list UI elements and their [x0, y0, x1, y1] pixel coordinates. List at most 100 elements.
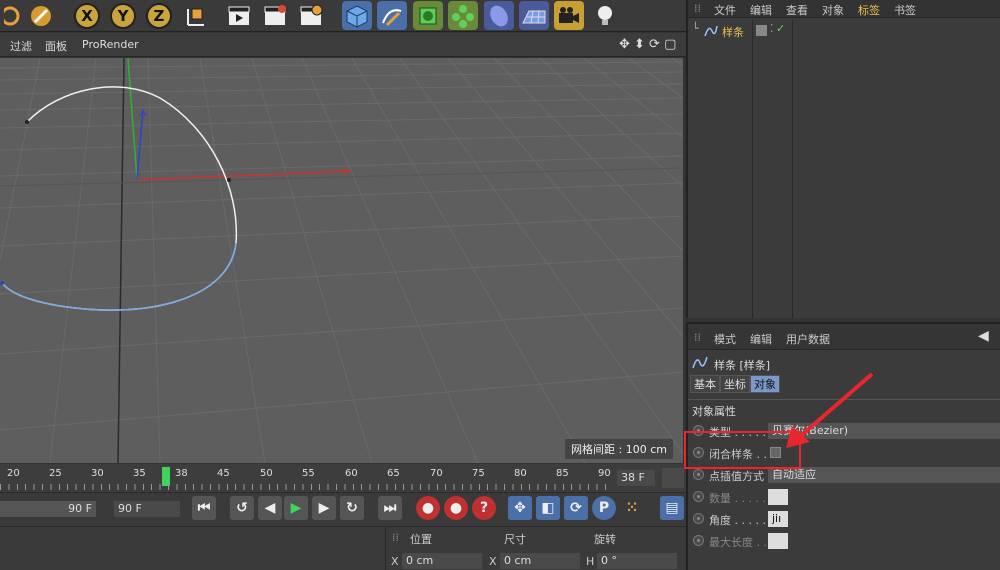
property-label: 数量 . . . . . — [709, 492, 766, 505]
animate-radio[interactable] — [693, 491, 704, 502]
keyframe-selection-icon[interactable]: ? — [472, 496, 496, 520]
x-axis-lock-button[interactable]: X — [72, 1, 102, 30]
autokey-icon[interactable]: ● — [444, 496, 468, 520]
menu-edit[interactable]: 编辑 — [750, 331, 772, 347]
menu-tags[interactable]: 标签 — [858, 2, 880, 18]
goto-start-button[interactable]: ⏮ — [192, 496, 216, 520]
x-position-field[interactable]: 0 cm — [402, 553, 482, 569]
animate-radio[interactable] — [693, 513, 704, 524]
z-axis-blue — [136, 109, 144, 181]
camera-icon[interactable] — [554, 1, 584, 30]
light-icon[interactable] — [590, 1, 620, 30]
y-axis-label: Y — [110, 2, 136, 29]
parameter-key-icon[interactable]: P — [592, 496, 616, 520]
timeline-tick: 30 — [91, 468, 104, 479]
next-key-button[interactable]: ↻ — [340, 496, 364, 520]
grip-icon: ⁞⁞ — [694, 2, 701, 15]
timeline-tick: 80 — [514, 468, 527, 479]
viewport-menu-filter[interactable]: 过滤 — [10, 38, 32, 54]
spline-mid-point[interactable] — [227, 178, 231, 182]
menu-edit[interactable]: 编辑 — [750, 2, 772, 18]
spline-start-point[interactable] — [25, 120, 29, 124]
timeline-scroll-button[interactable] — [662, 468, 684, 488]
pen-spline-icon[interactable] — [377, 1, 407, 30]
x-axis-red — [136, 170, 351, 181]
main-toolbar: X Y Z — [0, 0, 686, 32]
prev-frame-button[interactable]: ◀ — [258, 496, 282, 520]
material-manager-panel — [0, 526, 385, 570]
goto-end-button[interactable]: ⏭ — [378, 496, 402, 520]
current-frame-field[interactable]: 38 F — [617, 470, 655, 486]
menu-bookmarks[interactable]: 书签 — [894, 2, 916, 18]
timeline-tick: 50 — [260, 468, 273, 479]
rotation-key-icon[interactable]: ⟳ — [564, 496, 588, 520]
grip-icon: ⁞⁞ — [694, 331, 701, 344]
annotation-arrow — [786, 372, 874, 448]
viewport-nav-icons[interactable]: ✥ ⬍ ⟳ ▢ — [619, 37, 676, 52]
end-frame-field[interactable]: 90 F — [114, 501, 180, 517]
layer-icon[interactable] — [756, 25, 767, 36]
enabled-check-icon[interactable]: ✓ — [776, 22, 785, 35]
record-key-icon[interactable]: ● — [416, 496, 440, 520]
visibility-dots-icon[interactable]: ⁚ — [770, 22, 774, 35]
render-view-icon[interactable] — [224, 1, 254, 30]
h-rotation-field[interactable]: 0 ° — [597, 553, 677, 569]
cube-primitive-icon[interactable] — [342, 1, 372, 30]
3d-viewport[interactable]: 网格间距 : 100 cm — [0, 58, 683, 463]
property-number: 数量 . . . . . — [688, 487, 1000, 507]
world-axis-line — [117, 58, 125, 463]
prev-key-button[interactable]: ↺ — [230, 496, 254, 520]
max-length-field[interactable] — [768, 533, 788, 549]
object-row-spline[interactable]: └ 样条 — [692, 22, 750, 40]
object-title: 样条 [样条] — [714, 359, 771, 372]
object-manager-menu: ⁞⁞ 文件 编辑 查看 对象 标签 书签 — [688, 0, 1000, 18]
point-level-key-icon[interactable]: ⁙ — [620, 496, 644, 520]
subdivision-surface-icon[interactable] — [413, 1, 443, 30]
interpolation-dropdown[interactable]: 自动适应 — [768, 467, 1000, 483]
render-settings-icon[interactable] — [296, 1, 326, 30]
tree-line-icon: └ — [692, 22, 699, 35]
next-frame-button[interactable]: ▶ — [312, 496, 336, 520]
tab-basic[interactable]: 基本 — [690, 375, 720, 393]
scale-key-icon[interactable]: ◧ — [536, 496, 560, 520]
column-divider — [752, 20, 753, 318]
tab-object[interactable]: 对象 — [750, 375, 780, 393]
back-arrow-icon[interactable]: ◀ — [978, 328, 989, 344]
deformer-icon[interactable] — [484, 1, 514, 30]
coordinate-system-icon[interactable] — [180, 1, 210, 30]
menu-mode[interactable]: 模式 — [714, 331, 736, 347]
number-field[interactable] — [768, 489, 788, 505]
animate-radio[interactable] — [693, 535, 704, 546]
menu-view[interactable]: 查看 — [786, 2, 808, 18]
x-size-field[interactable]: 0 cm — [500, 553, 580, 569]
live-select-icon[interactable] — [26, 1, 56, 30]
property-label: 点插值方式 — [709, 470, 764, 483]
angle-field[interactable]: jiı — [768, 511, 788, 527]
z-axis-lock-button[interactable]: Z — [144, 1, 174, 30]
y-axis-lock-button[interactable]: Y — [108, 1, 138, 30]
tab-coordinates[interactable]: 坐标 — [720, 375, 750, 393]
timeline-ruler[interactable]: 20 25 30 35 38 45 50 55 60 65 70 75 80 8… — [0, 464, 686, 492]
menu-file[interactable]: 文件 — [714, 2, 736, 18]
spline-end-point[interactable] — [0, 281, 4, 285]
menu-user-data[interactable]: 用户数据 — [786, 331, 830, 347]
bezier-spline-curve[interactable] — [1, 86, 238, 311]
menu-object[interactable]: 对象 — [822, 2, 844, 18]
viewport-menu-bar: 过滤 面板 ProRender ✥ ⬍ ⟳ ▢ — [0, 33, 686, 57]
render-picture-viewer-icon[interactable] — [260, 1, 290, 30]
viewport-menu-prorender[interactable]: ProRender — [82, 38, 139, 51]
animate-radio[interactable] — [693, 469, 704, 480]
spline-curve-blue-end — [1, 242, 237, 311]
y-axis-green — [127, 58, 138, 181]
timeline-ticks-minor — [0, 484, 612, 490]
position-key-icon[interactable]: ✥ — [508, 496, 532, 520]
timeline-window-icon[interactable]: ▤ — [660, 496, 684, 520]
property-label: 角度 . . . . . — [709, 514, 766, 527]
object-name: 样条 — [722, 26, 744, 39]
end-frame-slider[interactable]: 90 F — [0, 501, 96, 517]
play-button[interactable]: ▶ — [284, 496, 308, 520]
cloner-icon[interactable] — [448, 1, 478, 30]
floor-icon[interactable] — [519, 1, 549, 30]
viewport-menu-panel[interactable]: 面板 — [45, 38, 67, 54]
z-axis-label: Z — [146, 2, 172, 29]
